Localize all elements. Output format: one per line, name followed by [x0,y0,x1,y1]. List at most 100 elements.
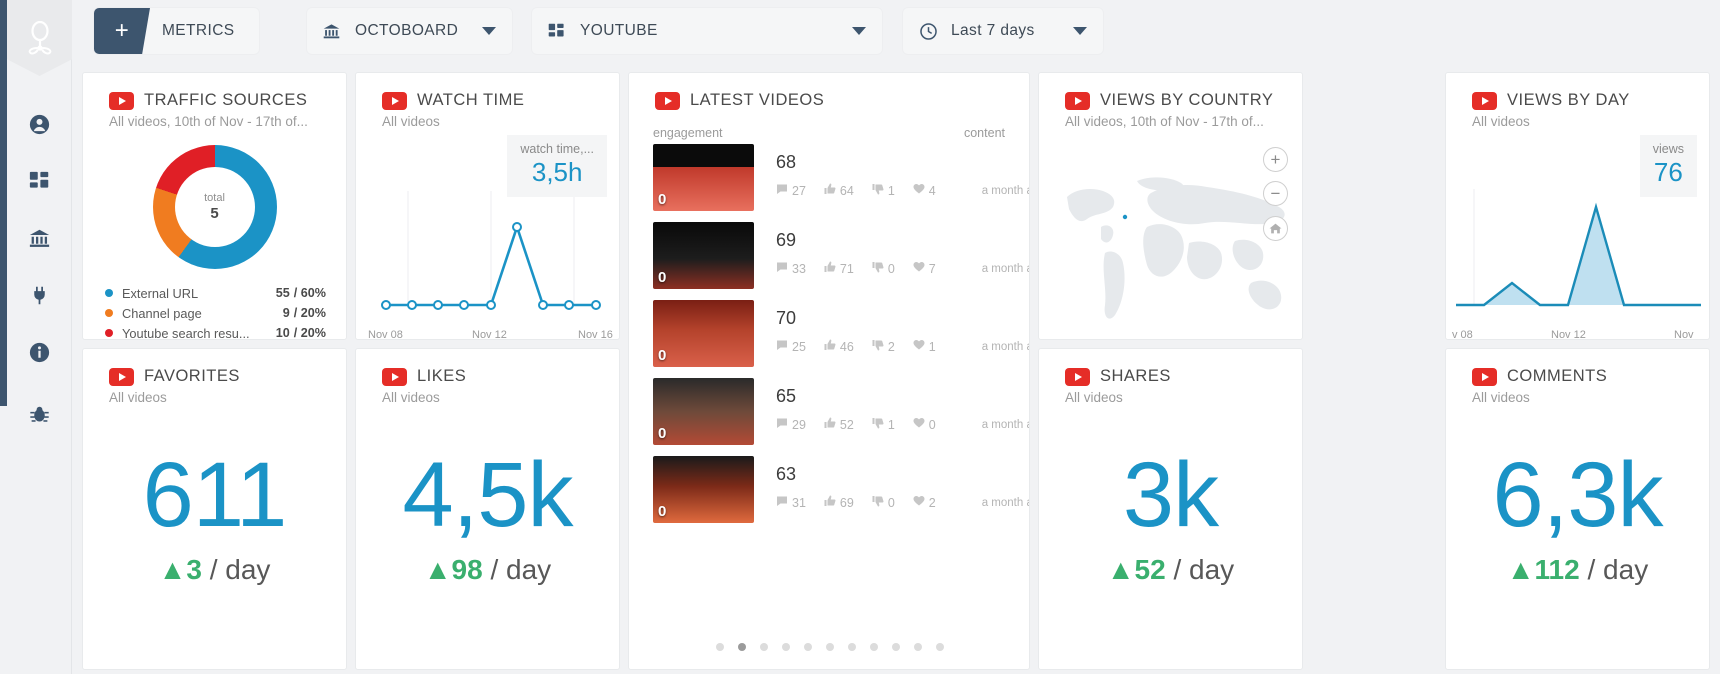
widget-header: COMMENTS All videos [1446,349,1709,405]
video-favorites: 7 [913,261,936,276]
date-range-select[interactable]: Last 7 days [903,8,1103,54]
video-thumbnail[interactable]: 0 [653,300,754,367]
kpi-value: 611 [142,444,288,546]
pagination-dot[interactable] [848,643,856,651]
youtube-icon [109,367,134,386]
video-engagement-score: 68 [776,152,797,172]
pagination-dot[interactable] [870,643,878,651]
video-duration: 0 [658,191,667,208]
widget-likes[interactable]: LIKES All videos 4,5k ▲98 / day [355,348,620,670]
video-thumbnail[interactable]: 0 [653,456,754,523]
pagination-dot[interactable] [760,643,768,651]
metrics-label: METRICS [162,22,235,39]
delta-up-icon: ▲ [423,554,452,585]
widget-comments[interactable]: COMMENTS All videos 6,3k ▲112 / day [1445,348,1710,670]
legend-item: Channel page 9 / 20% [105,303,326,323]
video-list-item[interactable]: 0 70 25 46 2 1 a month ago [653,300,1029,378]
pagination-dot[interactable] [936,643,944,651]
widget-views-by-country[interactable]: VIEWS BY COUNTRY All videos, 10th of Nov… [1038,72,1303,340]
kpi-value: 76 [1653,157,1683,187]
delta-up-icon: ▲ [1106,554,1135,585]
widget-header: WATCH TIME All videos [356,73,619,129]
sidebar-item-account[interactable] [12,96,68,153]
sidebar-nav [7,96,72,443]
thumbs-up-icon [824,495,840,510]
video-thumbnail[interactable]: 0 [653,222,754,289]
sidebar-item-agency[interactable] [12,210,68,267]
add-metrics-button[interactable]: + METRICS [94,8,259,54]
map-zoom-in-button[interactable]: + [1263,147,1288,172]
video-stats: 25 46 2 1 a month ago [776,339,1029,354]
views-kpi-badge: views 76 [1639,135,1697,197]
clock-icon [919,22,945,41]
kpi-label: watch time,... [520,142,594,156]
video-list-item[interactable]: 0 68 27 64 1 4 a month ago [653,144,1029,222]
kpi-value: 4,5k [402,444,574,546]
thumbs-up-icon [824,261,840,276]
widget-title: VIEWS BY COUNTRY [1100,91,1274,109]
pagination-dot[interactable] [826,643,834,651]
youtube-icon [109,91,134,110]
video-list-item[interactable]: 0 63 31 69 0 2 a month ago [653,456,1029,534]
widget-subtitle: All videos [1472,390,1530,405]
widget-views-by-day[interactable]: VIEWS BY DAY All videos views 76 v 08 No… [1445,72,1710,340]
kpi-value: 3k [1122,444,1219,546]
donut-chart: total 5 [152,145,277,269]
pagination-dot[interactable] [782,643,790,651]
pagination-dot[interactable] [892,643,900,651]
widget-title: SHARES [1100,367,1171,385]
chevron-down-icon [482,27,496,35]
video-list-item[interactable]: 0 69 33 71 0 7 a month ago [653,222,1029,300]
map-zoom-out-button[interactable]: − [1263,181,1288,206]
latest-videos-column-headers: engagement content [629,110,1029,144]
widget-subtitle: All videos, 10th of Nov - 17th of... [1065,114,1264,129]
sidebar-item-integrations[interactable] [12,267,68,324]
video-comments: 27 [776,183,806,198]
video-duration: 0 [658,503,667,520]
widget-title: LIKES [417,367,467,385]
pagination-dot[interactable] [804,643,812,651]
thumbs-down-icon [872,495,888,510]
source-select[interactable]: YOUTUBE [532,8,882,54]
chevron-down-icon [852,27,866,35]
video-thumbnail[interactable]: 0 [653,144,754,211]
widget-watch-time[interactable]: WATCH TIME All videos watch time,... 3,5… [355,72,620,340]
account-select[interactable]: OCTOBOARD [307,8,512,54]
pagination-dot[interactable] [716,643,724,651]
axis-tick: v 08 [1452,329,1473,340]
heart-icon [913,495,929,510]
widget-shares[interactable]: SHARES All videos 3k ▲52 / day [1038,348,1303,670]
video-thumbnail[interactable]: 0 [653,378,754,445]
widget-header: SHARES All videos [1039,349,1302,405]
video-comments: 31 [776,495,806,510]
map-home-button[interactable] [1263,216,1288,241]
widget-latest-videos[interactable]: LATEST VIDEOS engagement content 0 68 27 64… [628,72,1030,670]
widget-favorites[interactable]: FAVORITES All videos 611 ▲3 / day [82,348,347,670]
pagination-dot[interactable] [914,643,922,651]
pagination-dot[interactable] [738,643,746,651]
latest-videos-list: 0 68 27 64 1 4 a month ago 0 69 33 71 0 7 a month ago… [629,144,1029,534]
legend-percent: / 20% [293,306,326,320]
sidebar-item-dashboards[interactable] [12,153,68,210]
bank-icon [29,229,50,247]
delta-value: 52 [1134,554,1166,585]
bank-icon [323,23,349,40]
youtube-icon [382,91,407,110]
sidebar-item-support[interactable] [12,386,68,443]
video-list-item[interactable]: 0 65 29 52 1 0 a month ago [653,378,1029,456]
donut-total-label: total [204,192,225,204]
app-logo[interactable] [7,0,72,76]
chevron-down-icon [1073,27,1087,35]
video-favorites: 1 [913,339,936,354]
video-stats: 27 64 1 4 a month ago [776,183,1029,198]
video-likes: 69 [824,495,854,510]
sidebar-item-info[interactable] [12,324,68,381]
kpi-label: views [1652,142,1684,156]
delta-unit: / day [490,554,552,585]
widget-traffic-sources[interactable]: TRAFFIC SOURCES All videos, 10th of Nov … [82,72,347,340]
legend-color-dot [105,309,113,317]
legend-label: Channel page [122,305,202,321]
kpi-delta: ▲112 / day [1446,554,1709,586]
video-timestamp: a month ago [981,418,1029,431]
left-sidebar [0,0,72,674]
